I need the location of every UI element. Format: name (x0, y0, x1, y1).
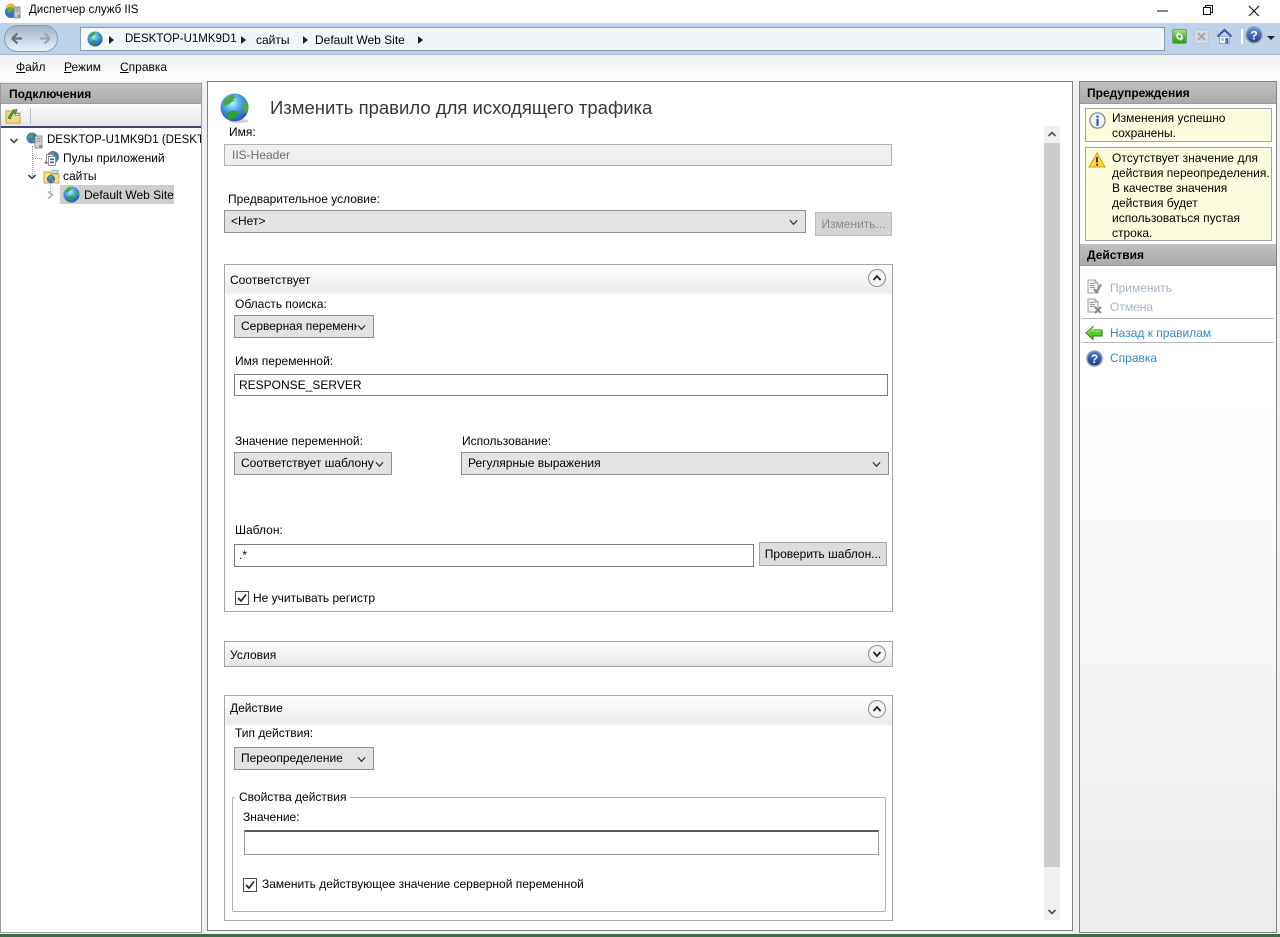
svg-text:?: ? (1091, 352, 1098, 366)
svg-text:?: ? (1250, 28, 1257, 42)
